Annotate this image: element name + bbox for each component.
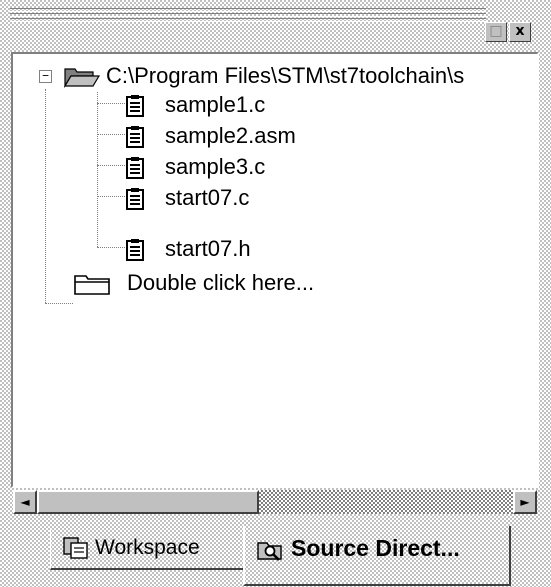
minimize-button[interactable]: □	[485, 22, 507, 42]
tab-strip: Workspace Source Direct...	[0, 522, 551, 587]
tree-connector	[97, 134, 125, 135]
tree-file-label: sample2.asm	[165, 123, 296, 148]
tab-source-directory[interactable]: Source Direct...	[243, 526, 511, 586]
scroll-right-button[interactable]: ►	[513, 490, 537, 514]
file-tree[interactable]: − C:\Program Files\STM\st7toolchain\s sa…	[11, 52, 539, 488]
source-browser-panel: □ x − C:\Program Files\STM\st7toolchain\…	[0, 0, 551, 587]
search-folder-icon	[257, 542, 282, 561]
tree-connector	[97, 196, 125, 197]
collapse-toggle[interactable]: −	[39, 70, 52, 83]
grip-line	[10, 13, 486, 17]
grip-line	[10, 8, 486, 12]
tree-connector	[45, 303, 73, 304]
tree-root-label: C:\Program Files\STM\st7toolchain\s	[106, 63, 465, 88]
tree-file-label: sample1.c	[165, 92, 266, 117]
tree-file-item[interactable]: start07.h	[125, 234, 251, 264]
tree-placeholder-item[interactable]: Double click here...	[73, 268, 314, 298]
document-icon	[126, 239, 144, 262]
scroll-thumb[interactable]	[37, 490, 259, 514]
tree-connector	[97, 103, 125, 104]
close-button[interactable]: x	[509, 22, 531, 42]
tree-connector	[97, 165, 125, 166]
scroll-left-button[interactable]: ◄	[13, 490, 37, 514]
workspace-icon	[63, 537, 88, 560]
tab-workspace[interactable]: Workspace	[50, 528, 245, 570]
tree-connector	[45, 89, 46, 303]
grip-line	[10, 18, 486, 22]
document-icon	[126, 157, 144, 180]
document-icon	[126, 188, 144, 211]
tree-file-item[interactable]: sample2.asm	[125, 121, 296, 151]
tree-file-item[interactable]: sample1.c	[125, 90, 265, 120]
tree-file-label: start07.h	[165, 236, 251, 261]
tree-placeholder-label: Double click here...	[127, 270, 315, 295]
tree-root-item[interactable]: C:\Program Files\STM\st7toolchain\s	[63, 61, 464, 91]
tree-connector	[97, 247, 125, 248]
open-folder-icon	[63, 68, 101, 89]
panel-titlebar[interactable]: □ x	[0, 0, 551, 50]
tree-connector	[97, 92, 98, 247]
tab-source-directory-label: Source Direct...	[291, 535, 460, 561]
tree-file-item[interactable]: start07.c	[125, 183, 249, 213]
tree-file-item[interactable]: sample3.c	[125, 152, 265, 182]
tree-file-label: sample3.c	[165, 154, 266, 179]
document-icon	[126, 95, 144, 118]
tab-workspace-label: Workspace	[95, 536, 200, 559]
closed-folder-icon	[74, 275, 110, 295]
horizontal-scrollbar[interactable]: ◄ ►	[13, 490, 537, 514]
document-icon	[126, 126, 144, 149]
tree-file-label: start07.c	[165, 185, 250, 210]
